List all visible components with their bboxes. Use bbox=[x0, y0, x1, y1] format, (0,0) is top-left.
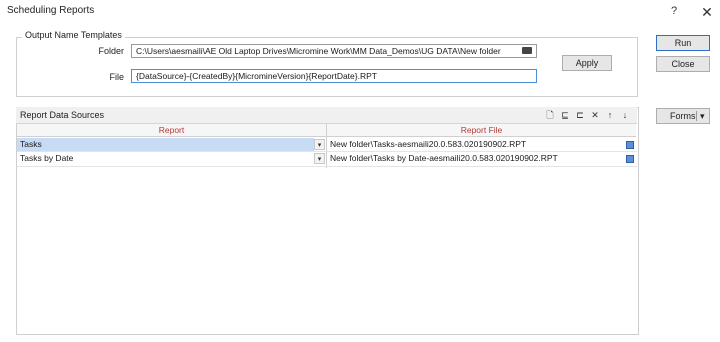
file-label: File bbox=[109, 72, 124, 82]
forms-divider bbox=[696, 111, 697, 121]
chevron-down-icon[interactable]: ▾ bbox=[314, 139, 325, 150]
report-file-cell[interactable]: New folder\Tasks-aesmaili20.0.583.020190… bbox=[327, 138, 617, 151]
run-button[interactable]: Run bbox=[656, 35, 710, 51]
forms-label: Forms bbox=[670, 111, 696, 121]
title-bar: Scheduling Reports bbox=[0, 0, 720, 22]
file-field[interactable]: {DataSource}-{CreatedBy}{MicromineVersio… bbox=[131, 69, 537, 83]
folder-browse-icon[interactable] bbox=[522, 47, 532, 54]
report-file-cell[interactable]: New folder\Tasks by Date-aesmaili20.0.58… bbox=[327, 152, 617, 165]
move-up-icon[interactable]: ↑ bbox=[604, 108, 616, 122]
row-divider bbox=[17, 166, 637, 167]
move-down-icon[interactable]: ↓ bbox=[619, 108, 631, 122]
insert-row-icon[interactable]: ⊑ bbox=[559, 108, 571, 122]
chevron-down-icon[interactable]: ▾ bbox=[700, 109, 705, 123]
output-name-templates-label: Output Name Templates bbox=[22, 30, 125, 40]
chevron-down-icon[interactable]: ▾ bbox=[314, 153, 325, 164]
forms-button[interactable]: Forms ▾ bbox=[656, 108, 710, 124]
report-cell[interactable]: Tasks by Date bbox=[17, 152, 314, 165]
append-row-icon[interactable]: ⊏ bbox=[574, 108, 586, 122]
window-close-button[interactable]: ✕ bbox=[698, 3, 716, 21]
delete-icon[interactable]: ✕ bbox=[589, 108, 601, 122]
report-cell[interactable]: Tasks bbox=[17, 138, 314, 151]
report-file-browse-icon[interactable] bbox=[626, 141, 634, 149]
report-file-browse-icon[interactable] bbox=[626, 155, 634, 163]
window-title: Scheduling Reports bbox=[7, 5, 95, 16]
help-button[interactable]: ? bbox=[666, 3, 682, 19]
column-header-report-file[interactable]: Report File bbox=[327, 124, 636, 137]
folder-field[interactable]: C:\Users\aesmaili\AE Old Laptop Drives\M… bbox=[131, 44, 537, 58]
column-header-report[interactable]: Report bbox=[17, 124, 326, 137]
new-icon[interactable]: 🗋 bbox=[544, 108, 556, 122]
close-button[interactable]: Close bbox=[656, 56, 710, 72]
apply-button[interactable]: Apply bbox=[562, 55, 612, 71]
folder-icon bbox=[522, 47, 532, 54]
report-data-sources-title: Report Data Sources bbox=[20, 110, 105, 120]
folder-label: Folder bbox=[98, 46, 124, 56]
